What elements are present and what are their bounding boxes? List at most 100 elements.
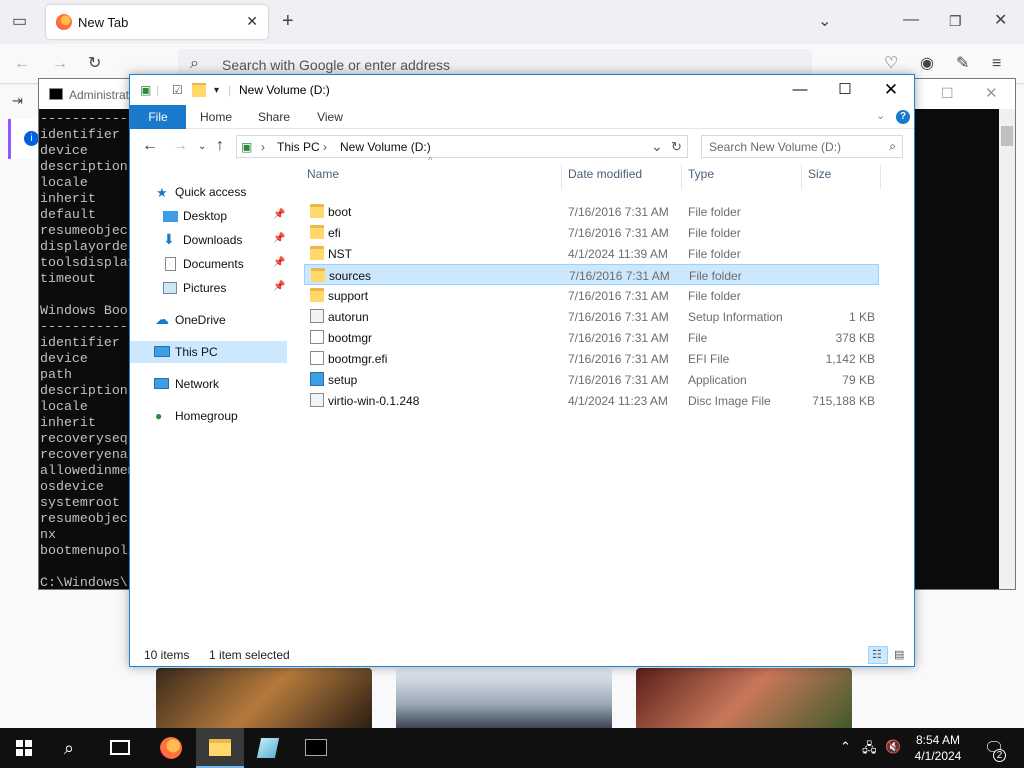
file-row[interactable]: sources 7/16/2016 7:31 AM File folder <box>304 264 879 285</box>
file-explorer-window[interactable]: ▣ | ☑ ▾ | New Volume (D:) — ☐ ✕ File Hom… <box>129 74 915 667</box>
taskbar-command-prompt[interactable] <box>292 728 340 768</box>
taskbar-file-explorer[interactable] <box>196 728 244 768</box>
new-tab-icon[interactable]: + <box>282 11 294 31</box>
forward-icon[interactable]: → <box>52 56 68 72</box>
explorer-close-icon[interactable]: ✕ <box>868 80 914 100</box>
expand-ribbon-icon[interactable]: ⌄ <box>876 109 885 122</box>
file-size: 79 KB <box>842 373 875 387</box>
disc-image-icon <box>310 393 324 407</box>
address-dropdown-icon[interactable]: ⌄ <box>651 138 663 155</box>
tab-view[interactable]: View <box>312 105 348 129</box>
details-view-button[interactable]: ☷ <box>868 646 888 664</box>
browser-tab[interactable]: New Tab ✕ <box>46 5 268 39</box>
close-tab-icon[interactable]: ✕ <box>246 13 258 30</box>
file-row[interactable]: boot 7/16/2016 7:31 AM File folder <box>304 201 879 222</box>
search-button[interactable]: ⌕ <box>48 728 96 768</box>
back-icon[interactable]: ← <box>14 56 30 72</box>
restore-icon[interactable]: ❐ <box>949 13 962 29</box>
taskbar-firefox[interactable] <box>146 728 194 768</box>
start-button[interactable] <box>0 728 48 768</box>
reload-icon[interactable]: ↻ <box>88 56 101 72</box>
file-date-modified: 4/1/2024 11:39 AM <box>568 247 668 261</box>
customize-qat-icon[interactable]: ▾ <box>214 85 219 96</box>
forward-icon[interactable]: → <box>172 137 188 155</box>
address-bar[interactable]: ▣ › This PC › New Volume (D:) ⌄ ↻ <box>236 135 688 158</box>
help-icon[interactable]: ? <box>896 110 910 124</box>
file-name: sources <box>329 269 372 283</box>
network-status-icon[interactable]: 🖧 <box>862 739 877 761</box>
pocket-icon[interactable]: ♡ <box>884 56 898 72</box>
tab-list-chevron-icon[interactable]: ⌄ <box>818 14 831 30</box>
story-thumbnail-plants[interactable] <box>636 668 852 728</box>
volume-muted-icon[interactable]: 🔇 <box>885 739 901 755</box>
up-icon[interactable]: ↑ <box>216 137 224 155</box>
nav-this-pc[interactable]: This PC <box>130 341 287 363</box>
minimize-icon[interactable]: — <box>903 12 919 28</box>
story-thumbnail-travel[interactable] <box>396 668 612 728</box>
column-header-date[interactable]: Date modified <box>568 167 642 189</box>
system-clock[interactable]: 8:54 AM 4/1/2024 <box>900 732 976 764</box>
new-folder-icon[interactable] <box>192 83 206 97</box>
column-header-size[interactable]: Size <box>808 167 831 189</box>
file-row[interactable]: bootmgr 7/16/2016 7:31 AM File 378 KB <box>304 327 879 348</box>
column-divider[interactable] <box>681 165 682 189</box>
column-header-type[interactable]: Type <box>688 167 714 189</box>
show-hidden-icons-icon[interactable]: ⌃ <box>840 739 851 755</box>
breadcrumb-chevron-icon[interactable]: › <box>261 140 265 154</box>
nav-network[interactable]: Network <box>130 373 290 395</box>
pin-icon[interactable]: 📌 <box>273 233 285 244</box>
file-row[interactable]: autorun 7/16/2016 7:31 AM Setup Informatio… <box>304 306 879 327</box>
tab-overview-icon[interactable]: ▭ <box>12 14 27 30</box>
explorer-title-bar[interactable]: ▣ | ☑ ▾ | New Volume (D:) — ☐ ✕ <box>130 75 914 105</box>
search-box[interactable]: Search New Volume (D:) ⌕ <box>701 135 903 158</box>
column-divider[interactable] <box>801 165 802 189</box>
tab-file[interactable]: File <box>130 105 186 129</box>
nav-homegroup[interactable]: ● Homegroup <box>130 405 290 427</box>
menu-icon[interactable]: ≡ <box>992 56 1001 72</box>
account-icon[interactable]: ◉ <box>920 56 934 72</box>
breadcrumb-new-volume[interactable]: New Volume (D:) <box>340 140 431 154</box>
back-icon[interactable]: ← <box>142 137 158 155</box>
task-view-button[interactable] <box>96 728 144 768</box>
file-row[interactable]: setup 7/16/2016 7:31 AM Application 79 KB <box>304 369 879 390</box>
file-row[interactable]: efi 7/16/2016 7:31 AM File folder <box>304 222 879 243</box>
cmd-maximize-icon[interactable]: ☐ <box>941 85 954 102</box>
file-row[interactable]: bootmgr.efi 7/16/2016 7:31 AM EFI File 1,14… <box>304 348 879 369</box>
nav-documents[interactable]: Documents 📌 <box>130 253 290 275</box>
story-thumbnail-food[interactable] <box>156 668 372 728</box>
tab-home[interactable]: Home <box>196 105 236 129</box>
breadcrumb-this-pc[interactable]: This PC <box>277 140 320 154</box>
nav-desktop[interactable]: Desktop 📌 <box>130 205 290 227</box>
explorer-maximize-icon[interactable]: ☐ <box>822 80 868 100</box>
refresh-icon[interactable]: ↻ <box>671 139 682 155</box>
nav-pictures[interactable]: Pictures 📌 <box>130 277 290 299</box>
qat-separator-2: | <box>228 83 232 97</box>
breadcrumb-chevron-icon[interactable]: › <box>323 140 327 154</box>
file-name: autorun <box>328 310 369 324</box>
column-divider[interactable] <box>880 165 881 189</box>
nav-quick-access[interactable]: ★ Quick access <box>130 181 290 203</box>
cmd-scroll-thumb[interactable] <box>1001 126 1013 146</box>
column-header-name[interactable]: Name <box>307 167 339 189</box>
close-window-icon[interactable]: ✕ <box>994 13 1007 29</box>
file-row[interactable]: virtio-win-0.1.248 4/1/2024 11:23 AM Disc … <box>304 390 879 411</box>
explorer-minimize-icon[interactable]: — <box>777 80 823 100</box>
tab-share[interactable]: Share <box>254 105 294 129</box>
nav-onedrive[interactable]: ☁ OneDrive <box>130 309 290 331</box>
import-icon[interactable]: ⇥ <box>12 93 23 109</box>
pin-icon[interactable]: 📌 <box>273 281 285 292</box>
file-row[interactable]: support 7/16/2016 7:31 AM File folder <box>304 285 879 306</box>
pin-icon[interactable]: 📌 <box>273 257 285 268</box>
recent-locations-icon[interactable]: ⌄ <box>198 141 206 152</box>
properties-icon[interactable]: ☑ <box>172 83 183 97</box>
column-divider[interactable] <box>561 165 562 189</box>
nav-downloads[interactable]: ⬇ Downloads 📌 <box>130 229 290 251</box>
taskbar-app[interactable] <box>244 728 292 768</box>
pin-icon[interactable]: 📌 <box>273 209 285 220</box>
file-row[interactable]: NST 4/1/2024 11:39 AM File folder <box>304 243 879 264</box>
extensions-icon[interactable]: ✎ <box>956 56 969 72</box>
cmd-scrollbar[interactable] <box>999 109 1015 589</box>
cmd-close-icon[interactable]: ✕ <box>985 84 998 102</box>
large-icons-view-button[interactable]: ▤ <box>890 646 910 664</box>
nav-label: This PC <box>175 345 218 359</box>
